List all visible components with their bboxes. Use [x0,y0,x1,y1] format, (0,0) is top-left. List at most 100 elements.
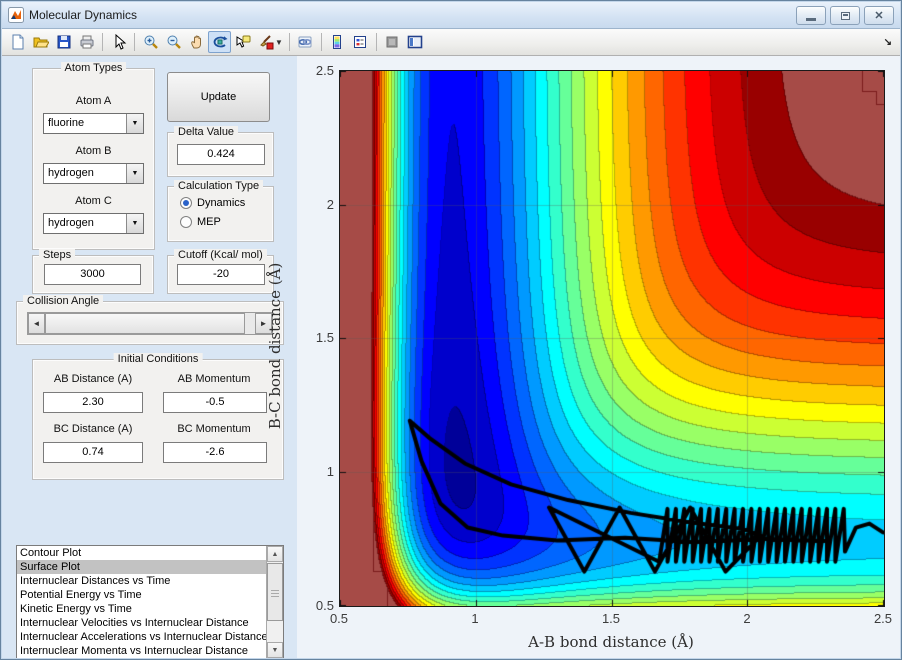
bc-distance-label: BC Distance (A) [53,423,133,435]
app-window: Molecular Dynamics ✕ ▼ ↘ Atom Types Atom… [0,0,902,660]
rotate-3d-icon [213,36,227,48]
data-cursor-button[interactable] [231,31,254,53]
steps-field[interactable]: 3000 [44,264,141,285]
vertical-scroll-thumb[interactable] [267,563,283,621]
x-tick-label: 2 [743,611,751,626]
list-item[interactable]: Internuclear Distances vs Time [17,574,266,588]
ab-momentum-label: AB Momentum [177,373,251,385]
show-plot-tools-button[interactable] [404,31,427,53]
y-axis-label: B-C bond distance (Å) [266,262,284,430]
zoom-in-button[interactable] [139,31,162,53]
bc-momentum-label: BC Momentum [177,423,251,435]
minimize-icon [806,17,816,21]
toolbar-separator [288,33,290,51]
minimize-button[interactable] [796,6,826,25]
atom-c-dropdown[interactable]: hydrogen ▼ [43,213,144,234]
link-plot-button[interactable] [294,31,317,53]
calculation-type-panel: Calculation Type Dynamics MEP [167,180,274,242]
insert-colorbar-icon [333,35,342,49]
ab-momentum-field[interactable]: -0.5 [163,392,267,413]
list-item[interactable]: Potential Energy vs Time [17,588,266,602]
cutoff-title: Cutoff (Kcal/ mol) [174,249,267,261]
save-figure-button[interactable] [52,31,75,53]
link-plot-icon [298,36,312,48]
zoom-out-button[interactable] [162,31,185,53]
insert-colorbar-button[interactable] [326,31,349,53]
radio-unselected-icon [180,216,192,228]
new-figure-button[interactable] [6,31,29,53]
list-item[interactable]: Internuclear Momenta vs Internuclear Dis… [17,644,266,658]
y-tick-label: 0.5 [315,598,334,613]
delta-value-field[interactable]: 0.424 [177,144,265,165]
scroll-up-button[interactable]: ▲ [267,546,283,562]
rotate-3d-button[interactable] [208,31,231,53]
x-tick-label: 2.5 [873,611,893,626]
insert-legend-button[interactable] [349,31,372,53]
slider-thumb[interactable] [45,313,245,334]
x-tick-label: 0.5 [329,611,349,626]
atom-b-value: hydrogen [48,167,94,179]
delta-value-panel: Delta Value 0.424 [167,126,274,177]
toolbar-overflow-icon[interactable]: ↘ [884,37,892,48]
list-item[interactable]: Kinetic Energy vs Time [17,602,266,616]
slider-left-arrow[interactable]: ◄ [28,313,45,334]
insert-legend-icon [354,36,367,48]
window-title: Molecular Dynamics [29,8,138,22]
atom-a-dropdown[interactable]: fluorine ▼ [43,113,144,134]
edit-plot-button[interactable] [107,31,130,53]
mep-radio[interactable]: MEP [180,216,221,228]
dynamics-radio[interactable]: Dynamics [180,197,245,209]
show-plot-tools-icon [408,35,423,49]
update-button[interactable]: Update [167,72,270,122]
print-figure-button[interactable] [75,31,98,53]
cutoff-panel: Cutoff (Kcal/ mol) -20 [167,249,274,294]
dropdown-arrow-icon: ▼ [126,214,143,233]
open-file-button[interactable] [29,31,52,53]
title-bar[interactable]: Molecular Dynamics ✕ [2,2,900,29]
radio-selected-icon [180,197,192,209]
toolbar-separator [375,33,377,51]
list-item[interactable]: Contour Plot [17,546,266,560]
toolbar-separator [320,33,322,51]
figure-content: Atom Types Atom A fluorine ▼ Atom B hydr… [2,56,900,658]
scroll-down-button[interactable]: ▼ [267,642,283,658]
ab-distance-field[interactable]: 2.30 [43,392,143,413]
initial-conditions-title: Initial Conditions [113,353,203,365]
pes-contour-canvas[interactable] [339,70,885,607]
brush-dropdown-arrow[interactable]: ▼ [275,38,283,47]
x-tick-label: 1 [471,611,479,626]
list-item[interactable]: Internuclear Accelerations vs Internucle… [17,630,266,644]
dynamics-radio-label: Dynamics [197,197,246,209]
restore-icon [840,11,850,20]
y-tick-label: 2.5 [315,63,334,78]
mep-radio-label: MEP [197,216,221,228]
atom-b-label: Atom B [75,145,112,157]
y-tick-label: 2 [326,197,334,212]
plot-type-listbox[interactable]: Contour Plot Surface Plot Internuclear D… [16,545,284,658]
figure-toolbar: ▼ ↘ [2,29,900,56]
atom-c-value: hydrogen [48,217,94,229]
list-item[interactable]: Internuclear Velocities vs Internuclear … [17,616,266,630]
matlab-icon [8,7,24,23]
vertical-scrollbar[interactable]: ▲ ▼ [266,546,283,658]
atom-a-label: Atom A [75,95,112,107]
list-item-selected[interactable]: Surface Plot [17,560,266,574]
atom-b-dropdown[interactable]: hydrogen ▼ [43,163,144,184]
collision-angle-slider[interactable]: ◄ ► [27,312,273,335]
collision-angle-title: Collision Angle [23,295,104,307]
cutoff-field[interactable]: -20 [177,264,265,285]
close-button[interactable]: ✕ [864,6,894,25]
toolbar-separator [134,33,135,51]
dropdown-arrow-icon: ▼ [126,114,143,133]
bc-momentum-field[interactable]: -2.6 [163,442,267,463]
x-axis-label: A-B bond distance (Å) [528,633,694,651]
zoom-out-icon [167,35,181,49]
bc-distance-field[interactable]: 0.74 [43,442,143,463]
pan-button[interactable] [185,31,208,53]
open-file-icon [33,37,49,48]
atom-types-title: Atom Types [60,62,127,74]
hide-plot-tools-button[interactable] [381,31,404,53]
brush-data-button[interactable] [254,31,277,53]
restore-button[interactable] [830,6,860,25]
calculation-type-title: Calculation Type [174,180,264,192]
